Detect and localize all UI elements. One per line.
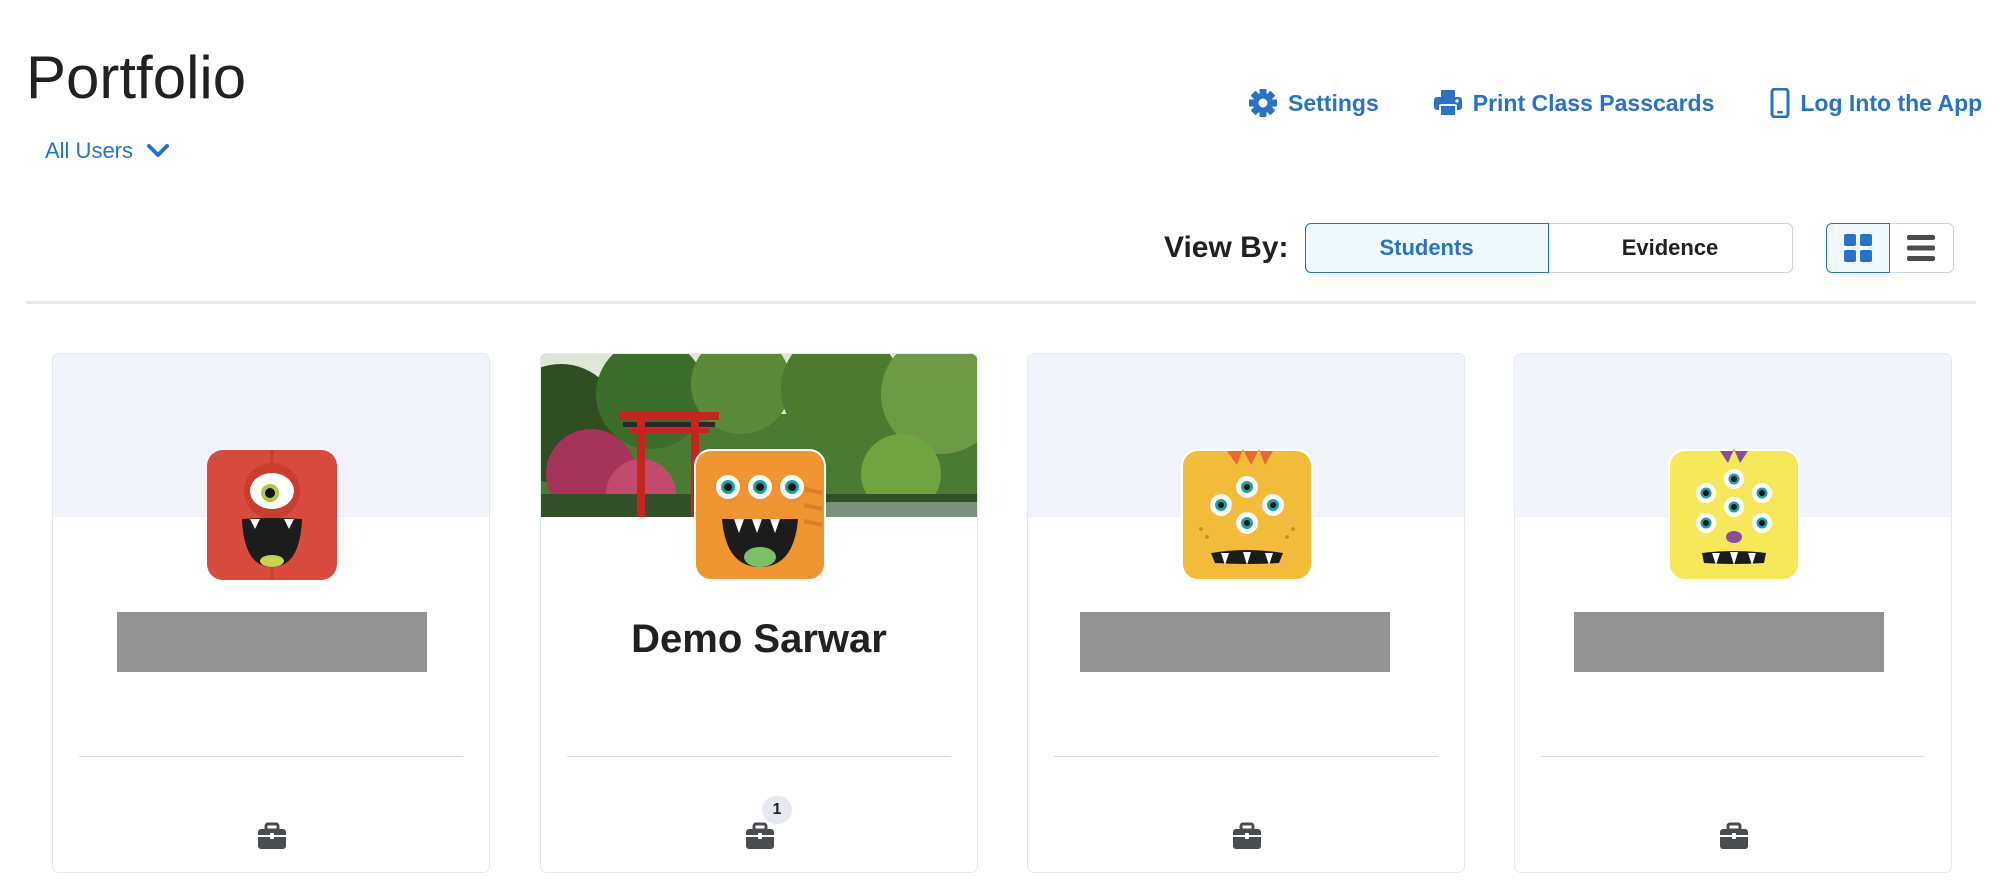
- list-view-button[interactable]: [1889, 223, 1954, 273]
- section-divider: [26, 301, 1976, 304]
- card-divider: [567, 756, 951, 757]
- gear-icon: [1249, 89, 1277, 117]
- header-actions: Settings Print Class Passcards Log Into …: [1248, 88, 1982, 118]
- user-filter-dropdown[interactable]: All Users: [45, 138, 170, 164]
- student-name: Demo Sarwar: [631, 617, 887, 661]
- login-label: Log Into the App: [1800, 89, 1983, 116]
- card-divider: [1054, 756, 1438, 757]
- yellow-four-eyed-monster-icon: [1181, 449, 1313, 581]
- red-one-eyed-monster-icon: [206, 449, 338, 581]
- orange-three-eyed-monster-icon: [694, 449, 826, 581]
- list-icon: [1907, 235, 1935, 261]
- redacted-student-name: [1080, 612, 1390, 672]
- grid-view-button[interactable]: [1825, 223, 1890, 273]
- card-divider: [79, 756, 463, 757]
- layout-toggle: [1825, 223, 1954, 273]
- settings-label: Settings: [1288, 89, 1379, 116]
- student-card[interactable]: [52, 353, 490, 873]
- student-card[interactable]: [1027, 353, 1465, 873]
- student-card[interactable]: Demo Sarwar 1: [540, 353, 978, 873]
- printer-icon: [1433, 90, 1462, 117]
- yellow-five-eyed-monster-icon: [1668, 449, 1800, 581]
- grid-icon: [1843, 234, 1872, 262]
- print-passcards-button[interactable]: Print Class Passcards: [1433, 89, 1715, 117]
- briefcase-icon: [1720, 822, 1748, 849]
- view-by-label: View By:: [1164, 231, 1289, 264]
- view-by-evidence-button[interactable]: Evidence: [1548, 223, 1793, 273]
- page-title: Portfolio: [26, 44, 247, 111]
- redacted-student-name: [1574, 612, 1884, 672]
- chevron-down-icon: [147, 144, 170, 157]
- student-card[interactable]: [1514, 353, 1952, 873]
- user-filter-label: All Users: [45, 138, 134, 163]
- settings-button[interactable]: Settings: [1248, 88, 1379, 118]
- view-by-controls: View By: Students Evidence: [1164, 223, 1954, 273]
- login-app-button[interactable]: Log Into the App: [1770, 88, 1982, 118]
- view-by-students-button[interactable]: Students: [1304, 223, 1549, 273]
- briefcase-icon: [1233, 822, 1261, 849]
- card-divider: [1541, 756, 1925, 757]
- briefcase-icon: [258, 822, 286, 849]
- view-by-segmented-control: Students Evidence: [1304, 223, 1793, 273]
- print-label: Print Class Passcards: [1472, 89, 1715, 116]
- briefcase-icon: [746, 822, 774, 849]
- redacted-student-name: [117, 612, 427, 672]
- mobile-phone-icon: [1770, 88, 1790, 118]
